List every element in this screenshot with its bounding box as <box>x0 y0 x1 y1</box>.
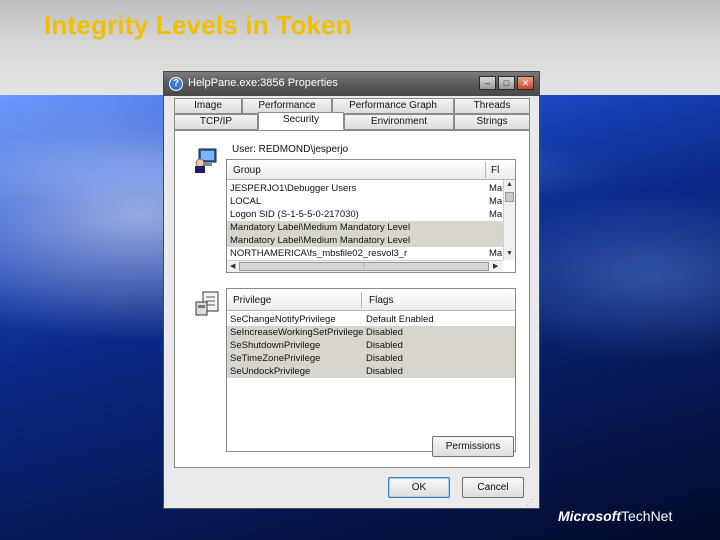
group-name: Logon SID (S-1-5-5-0-217030) <box>230 209 359 220</box>
scroll-down-icon[interactable]: ▼ <box>506 250 513 257</box>
tab-tcpip[interactable]: TCP/IP <box>174 114 258 130</box>
privilege-list-header: Privilege Flags <box>227 289 515 311</box>
permissions-button[interactable]: Permissions <box>432 436 514 457</box>
users-computer-icon <box>195 148 217 173</box>
group-name: LOCAL <box>230 196 262 207</box>
scroll-right-icon[interactable]: ▶ <box>493 262 498 270</box>
scroll-thumb[interactable]: ⦙ <box>239 262 489 271</box>
help-icon: ? <box>169 77 183 91</box>
privilege-name: SeUndockPrivilege <box>230 366 311 377</box>
list-item[interactable]: LOCAL Ma <box>227 195 503 208</box>
minimize-button[interactable]: – <box>479 76 496 90</box>
group-column-header[interactable]: Group <box>233 165 261 176</box>
cancel-button[interactable]: Cancel <box>462 477 524 498</box>
scroll-up-icon[interactable]: ▲ <box>506 181 513 188</box>
scroll-left-icon[interactable]: ◀ <box>230 262 235 270</box>
privileges-document-icon <box>195 291 219 316</box>
microsoft-technet-logo: MicrosoftTechNet <box>558 508 672 524</box>
ok-button[interactable]: OK <box>388 477 450 498</box>
list-item[interactable]: SeChangeNotifyPrivilege Default Enabled <box>227 313 515 326</box>
privilege-flags: Disabled <box>366 327 403 338</box>
tab-strings[interactable]: Strings <box>454 114 530 130</box>
privilege-flags: Disabled <box>366 340 403 351</box>
privilege-flags-column-header[interactable]: Flags <box>369 295 393 306</box>
list-item[interactable]: SeIncreaseWorkingSetPrivilege Disabled <box>227 326 515 339</box>
slide-title: Integrity Levels in Token <box>44 10 352 40</box>
user-label: User: REDMOND\jesperjo <box>232 144 349 155</box>
privilege-name: SeShutdownPrivilege <box>230 340 321 351</box>
list-item[interactable]: Mandatory Label\Medium Mandatory Level <box>227 234 503 247</box>
privilege-flags: Disabled <box>366 366 403 377</box>
group-name: Mandatory Label\Medium Mandatory Level <box>230 235 411 246</box>
tab-performance-graph[interactable]: Performance Graph <box>332 98 454 114</box>
resize-grip-icon[interactable]: ⋰ <box>526 498 534 507</box>
list-item[interactable]: Logon SID (S-1-5-5-0-217030) Ma <box>227 208 503 221</box>
list-item[interactable]: SeUndockPrivilege Disabled <box>227 365 515 378</box>
list-item[interactable]: Mandatory Label\Medium Mandatory Level <box>227 221 503 234</box>
group-flags: Ma <box>489 248 503 259</box>
tab-image[interactable]: Image <box>174 98 242 114</box>
group-list-header: Group Fl <box>227 160 515 180</box>
privilege-flags: Default Enabled <box>366 314 434 325</box>
group-name: NORTHAMERICA\fs_mbsfile02_resvol3_r <box>230 248 408 259</box>
privilege-column-header[interactable]: Privilege <box>233 295 271 306</box>
maximize-button[interactable]: □ <box>498 76 515 90</box>
group-flags: Ma <box>489 209 503 220</box>
group-flags: Ma <box>489 183 503 194</box>
privilege-name: SeTimeZonePrivilege <box>230 353 321 364</box>
list-item[interactable]: NORTHAMERICA\fs_mbsfile02_resvol3_r Ma <box>227 247 503 260</box>
group-name: JESPERJO1\Debugger Users <box>230 183 357 194</box>
list-item[interactable]: SeShutdownPrivilege Disabled <box>227 339 515 352</box>
tab-security[interactable]: Security <box>258 112 344 130</box>
vertical-scrollbar[interactable]: ▲ ▼ <box>503 180 515 260</box>
column-divider[interactable] <box>485 162 486 178</box>
column-divider[interactable] <box>361 292 362 308</box>
brand-microsoft: Microsoft <box>558 508 621 524</box>
group-flags-column-header[interactable]: Fl <box>491 165 499 176</box>
tab-threads[interactable]: Threads <box>454 98 530 114</box>
horizontal-scrollbar[interactable]: ◀ ⦙ ▶ <box>227 260 503 272</box>
privilege-flags: Disabled <box>366 353 403 364</box>
group-name: Mandatory Label\Medium Mandatory Level <box>230 222 411 233</box>
group-list[interactable]: Group Fl JESPERJO1\Debugger Users Ma LOCA… <box>226 159 516 273</box>
title-bar[interactable]: ? HelpPane.exe:3856 Properties – □ ✕ <box>164 72 539 96</box>
tab-environment[interactable]: Environment <box>344 114 454 130</box>
list-item[interactable]: SeTimeZonePrivilege Disabled <box>227 352 515 365</box>
group-flags: Ma <box>489 196 503 207</box>
privilege-name: SeIncreaseWorkingSetPrivilege <box>230 327 364 338</box>
list-item[interactable]: JESPERJO1\Debugger Users Ma <box>227 182 503 195</box>
privilege-name: SeChangeNotifyPrivilege <box>230 314 336 325</box>
privilege-list[interactable]: Privilege Flags SeChangeNotifyPrivilege D… <box>226 288 516 452</box>
scroll-thumb[interactable] <box>505 192 514 202</box>
close-button[interactable]: ✕ <box>517 76 534 90</box>
window-title: HelpPane.exe:3856 Properties <box>188 77 338 89</box>
brand-technet: TechNet <box>621 508 673 524</box>
properties-window: ? HelpPane.exe:3856 Properties – □ ✕ Ima… <box>163 71 540 509</box>
